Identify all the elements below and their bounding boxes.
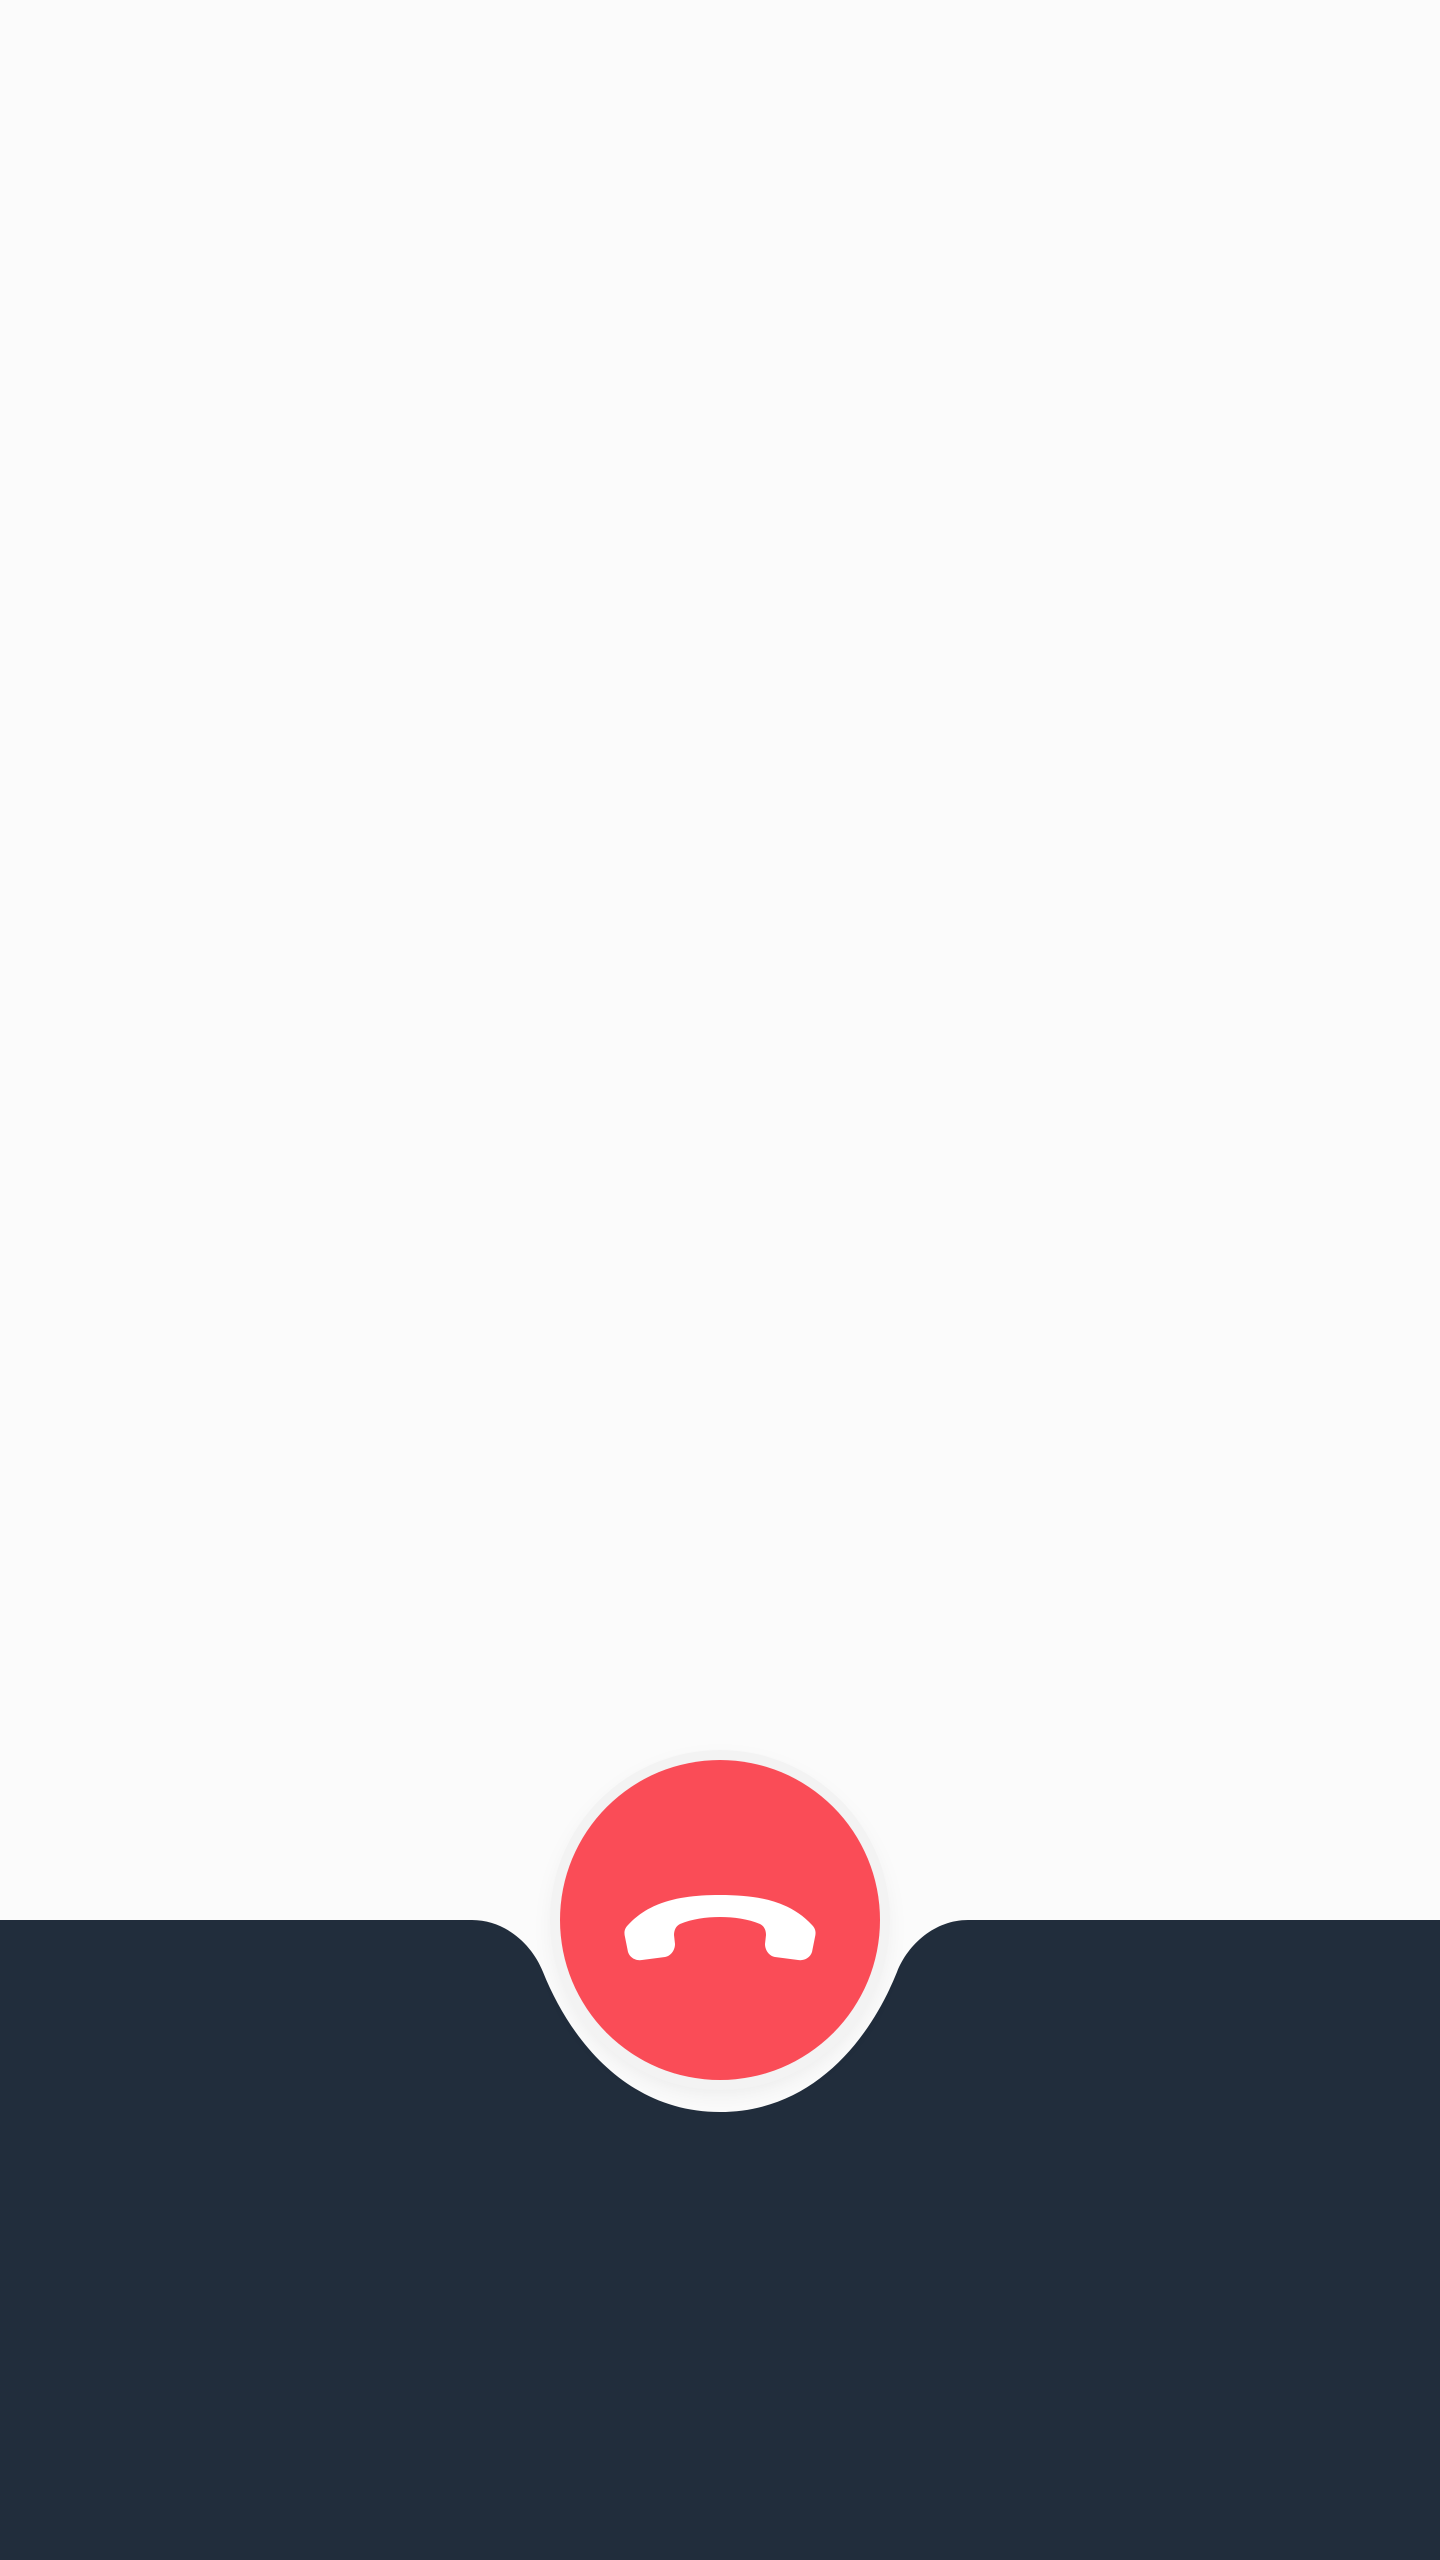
end-call-button[interactable] — [560, 1760, 880, 2080]
call-screen — [0, 0, 1440, 2560]
phone-hangup-icon — [624, 1895, 816, 1961]
bottom-navigation-panel — [0, 1920, 1440, 2560]
